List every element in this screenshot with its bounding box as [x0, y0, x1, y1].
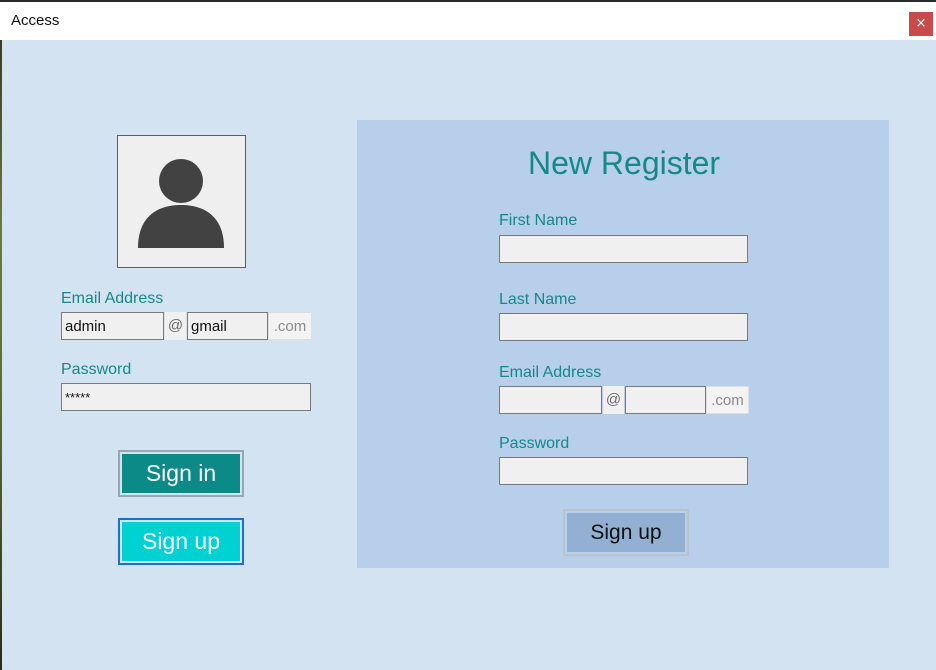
user-icon	[138, 159, 224, 248]
signup-button-left-label: Sign up	[122, 522, 240, 561]
login-email-user-input[interactable]	[61, 312, 164, 340]
signin-button[interactable]: Sign in	[118, 450, 244, 497]
login-dotcom-suffix: .com	[268, 312, 312, 340]
register-email-domain-input[interactable]	[625, 386, 706, 414]
login-password-input[interactable]	[61, 383, 311, 411]
signup-button-left[interactable]: Sign up	[118, 518, 244, 565]
register-at-sign: @	[603, 386, 624, 414]
register-password-label: Password	[499, 435, 570, 452]
login-at-sign: @	[165, 312, 186, 340]
first-name-input[interactable]	[499, 235, 748, 263]
title-bar: Access ×	[0, 0, 936, 40]
signin-button-label: Sign in	[122, 454, 240, 493]
register-signup-button[interactable]: Sign up	[563, 509, 689, 556]
first-name-label: First Name	[499, 212, 578, 229]
close-icon: ×	[915, 16, 927, 31]
register-title: New Register	[528, 145, 721, 181]
last-name-label: Last Name	[499, 291, 577, 308]
window-title: Access	[11, 12, 60, 29]
avatar	[117, 135, 246, 268]
login-email-label: Email Address	[61, 290, 164, 307]
last-name-input[interactable]	[499, 313, 748, 341]
login-password-label: Password	[61, 361, 132, 378]
register-panel	[357, 120, 889, 568]
access-window: Access × Email Address @ .com Password S…	[0, 0, 936, 670]
background-edge	[0, 40, 2, 670]
register-email-label: Email Address	[499, 364, 602, 381]
close-button[interactable]: ×	[909, 12, 933, 36]
register-password-input[interactable]	[499, 457, 748, 485]
register-email-user-input[interactable]	[499, 386, 602, 414]
register-signup-button-label: Sign up	[567, 513, 685, 552]
login-email-domain-input[interactable]	[187, 312, 268, 340]
register-dotcom-suffix: .com	[706, 386, 749, 414]
